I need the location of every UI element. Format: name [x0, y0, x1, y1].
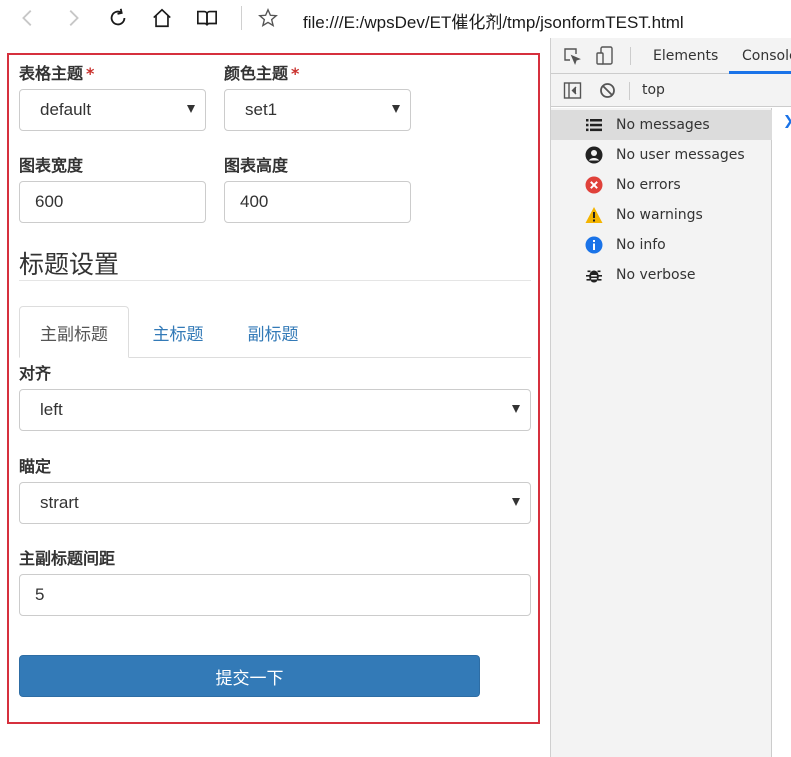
browser-toolbar: file:///E:/wpsDev/ET催化剂/tmp/jsonformTEST… — [0, 0, 791, 38]
section-divider — [19, 280, 531, 281]
sidebar-item-info[interactable]: No info — [551, 230, 772, 260]
back-arrow-icon — [22, 10, 32, 26]
refresh-icon — [110, 8, 126, 26]
sidebar-item-warnings[interactable]: No warnings — [551, 200, 772, 230]
toolbar-divider — [241, 6, 242, 30]
address-bar[interactable]: file:///E:/wpsDev/ET催化剂/tmp/jsonformTEST… — [303, 8, 684, 33]
devtools-divider — [629, 82, 630, 100]
table-theme-label: 表格主题 * — [19, 64, 95, 83]
sidebar-toggle-icon[interactable] — [563, 81, 582, 100]
sidebar-item-label: No errors — [616, 177, 681, 193]
sidebar-item-label: No messages — [616, 117, 710, 133]
sidebar-item-label: No warnings — [616, 207, 703, 223]
chart-width-value: 600 — [35, 192, 64, 211]
home-button[interactable] — [147, 4, 177, 32]
table-theme-select[interactable]: default — [19, 89, 206, 131]
chart-height-input[interactable]: 400 — [224, 181, 411, 223]
favorite-button[interactable] — [253, 4, 283, 32]
chart-height-value: 400 — [240, 192, 269, 211]
submit-button[interactable]: 提交一下 — [19, 655, 480, 697]
color-theme-value: set1 — [245, 100, 278, 119]
forward-arrow-icon — [69, 10, 79, 26]
star-icon — [258, 8, 278, 27]
sidebar-item-label: No verbose — [616, 267, 696, 283]
devtools-divider — [630, 47, 631, 65]
section-title: 标题设置 — [19, 250, 120, 279]
align-value: left — [40, 400, 63, 419]
spacing-value: 5 — [35, 585, 45, 604]
sidebar-item-verbose[interactable]: No verbose — [551, 260, 772, 290]
inspect-icon[interactable] — [563, 47, 581, 65]
tab-main-sub-title[interactable]: 主副标题 — [19, 306, 129, 358]
refresh-button[interactable] — [103, 4, 133, 32]
tab-console[interactable]: Console — [742, 48, 791, 64]
chevron-down-icon — [512, 498, 520, 506]
context-selector[interactable]: top — [642, 82, 665, 98]
spacing-label: 主副标题间距 — [19, 549, 116, 568]
devtools-panel: Elements Console top No messages No user… — [550, 38, 791, 757]
home-icon — [153, 8, 171, 28]
console-sidebar: No messages No user messages No errors N… — [551, 108, 772, 757]
chart-width-input[interactable]: 600 — [19, 181, 206, 223]
error-icon — [585, 176, 603, 194]
list-icon — [586, 119, 602, 132]
sidebar-item-user-messages[interactable]: No user messages — [551, 140, 772, 170]
device-toggle-icon[interactable] — [595, 46, 615, 66]
console-toolbar: top — [551, 74, 791, 107]
sidebar-item-errors[interactable]: No errors — [551, 170, 772, 200]
reading-view-button[interactable] — [192, 4, 222, 32]
tab-sub-title[interactable]: 副标题 — [228, 306, 318, 358]
spacing-input[interactable]: 5 — [19, 574, 531, 616]
anchor-value: strart — [40, 493, 79, 512]
sidebar-item-label: No user messages — [616, 147, 745, 163]
bug-icon — [586, 270, 602, 283]
sidebar-item-label: No info — [616, 237, 666, 253]
book-icon — [197, 10, 217, 26]
chevron-down-icon — [512, 405, 520, 413]
clear-console-icon[interactable] — [599, 82, 616, 99]
back-button[interactable] — [13, 4, 43, 32]
chart-height-label: 图表高度 — [224, 156, 289, 175]
forward-button[interactable] — [58, 4, 88, 32]
user-icon — [585, 146, 603, 164]
warning-icon — [585, 207, 603, 223]
info-icon — [585, 236, 603, 254]
tab-main-title[interactable]: 主标题 — [133, 306, 223, 358]
align-select[interactable]: left — [19, 389, 531, 431]
color-theme-select[interactable]: set1 — [224, 89, 411, 131]
anchor-select[interactable]: strart — [19, 482, 531, 524]
table-theme-value: default — [40, 100, 92, 119]
tab-elements[interactable]: Elements — [653, 48, 718, 64]
chevron-down-icon — [187, 105, 195, 113]
sidebar-item-messages[interactable]: No messages — [551, 110, 772, 140]
align-label: 对齐 — [19, 364, 52, 383]
chart-width-label: 图表宽度 — [19, 156, 84, 175]
devtools-tabbar: Elements Console — [551, 38, 791, 74]
color-theme-label: 颜色主题 * — [224, 64, 300, 83]
anchor-label: 瞄定 — [19, 457, 52, 476]
chevron-down-icon — [392, 105, 400, 113]
console-prompt-chevron-icon: ❯ — [783, 114, 791, 129]
